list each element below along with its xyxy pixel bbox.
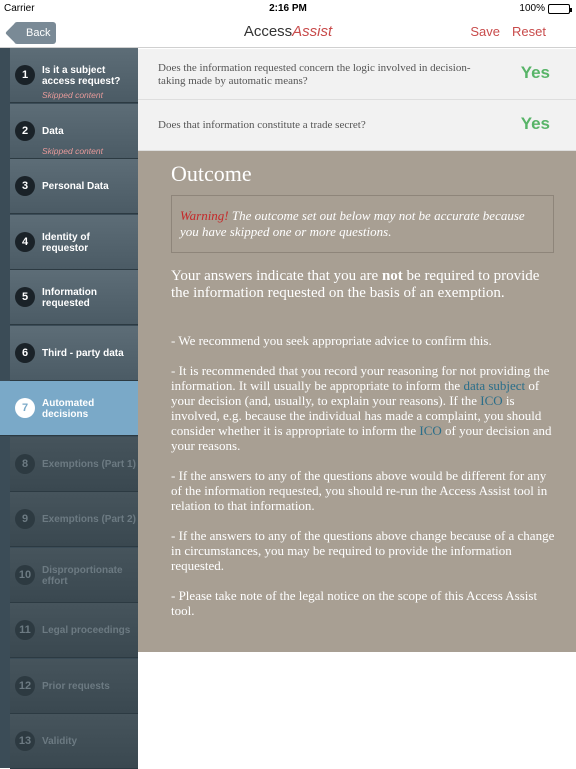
warning-text: The outcome set out below may not be acc… [180,208,525,239]
sidebar-item-label: Exemptions (Part 1) [42,459,136,470]
app-title-accent: Assist [292,23,333,40]
sidebar: 1 Is it a subject access request? Skipped… [0,48,150,769]
sidebar-item-automated-decisions[interactable]: 7 Automated decisions [0,381,150,436]
skipped-note: Skipped content [42,90,103,100]
save-button[interactable]: Save [470,24,500,39]
step-number: 7 [15,398,35,418]
sidebar-item-label: Prior requests [42,681,110,692]
sidebar-item-label: Legal proceedings [42,625,131,636]
sidebar-item-exemptions-part-1[interactable]: 8 Exemptions (Part 1) [10,437,138,492]
status-bar: Carrier 2:16 PM 100% [0,0,576,18]
step-number: 2 [15,121,35,141]
answer-value: Yes [520,63,550,82]
answer-value: Yes [520,114,550,133]
app-title-main: Access [243,23,293,40]
ico-link[interactable]: ICO [480,393,502,408]
status-time: 2:16 PM [269,3,307,14]
question-row[interactable]: Does that information constitute a trade… [138,100,576,151]
sidebar-item-exemptions-part-2[interactable]: 9 Exemptions (Part 2) [10,492,138,547]
outcome-heading: Outcome [171,161,252,186]
step-number: 11 [15,620,35,640]
sidebar-item-label: Personal Data [42,181,109,192]
sidebar-item-label: Automated decisions [42,397,95,420]
recommendation: - It is recommended that you record your… [171,363,555,453]
step-number: 1 [15,65,35,85]
step-number: 13 [15,731,35,751]
skipped-note: Skipped content [42,146,103,156]
summary-text: Your answers indicate that you are [171,268,382,284]
sidebar-item-information-requested[interactable]: 5 Information requested [10,270,138,325]
sidebar-item-label: Disproportionate effort [42,564,123,587]
data-subject-link[interactable]: data subject [463,378,525,393]
recommendation: - If the answers to any of the questions… [171,528,555,573]
recommendation: - We recommend you seek appropriate advi… [171,333,492,348]
sidebar-item-label: Data [42,126,64,137]
sidebar-item-personal-data[interactable]: 3 Personal Data [10,159,138,214]
sidebar-item-validity[interactable]: 13 Validity [10,714,138,769]
step-number: 5 [15,287,35,307]
recommendation: - Please take note of the legal notice o… [171,588,538,618]
sidebar-item-label: Third - party data [42,348,124,359]
outcome-panel: Outcome Warning! The outcome set out bel… [138,151,576,652]
sidebar-item-disproportionate-effort[interactable]: 10 Disproportionate effort [10,548,138,603]
ico-link[interactable]: ICO [419,423,441,438]
sidebar-item-label: Information requested [42,286,97,309]
recommendation: - If the answers to any of the questions… [171,468,548,513]
question-text: Does that information constitute a trade… [158,119,366,131]
step-number: 9 [15,509,35,529]
battery-icon [548,3,572,14]
step-number: 3 [15,176,35,196]
outcome-summary: Your answers indicate that you are not b… [171,268,551,302]
battery-indicator: 100% [519,3,572,14]
step-number: 8 [15,454,35,474]
step-number: 12 [15,676,35,696]
summary-emphasis: not [381,268,403,284]
step-number: 10 [15,565,35,585]
reset-button[interactable]: Reset [512,24,546,39]
sidebar-item-label: Exemptions (Part 2) [42,514,136,525]
navigation-bar: Back AccessAssist Save Reset [0,18,576,48]
sidebar-item-label: Is it a subject access request? [42,65,121,87]
warning-label: Warning! [180,208,229,223]
battery-percent: 100% [519,3,545,14]
sidebar-item-third-party-data[interactable]: 6 Third - party data [10,326,138,381]
recommendations: - We recommend you seek appropriate advi… [171,333,555,633]
sidebar-item-data[interactable]: 2 Data Skipped content [10,104,138,159]
step-number: 6 [15,343,35,363]
sidebar-item-prior-requests[interactable]: 12 Prior requests [10,659,138,714]
step-number: 4 [15,232,35,252]
question-row[interactable]: Does the information requested concern t… [138,49,576,100]
sidebar-item-label: Validity [42,736,78,747]
sidebar-item-identity-of-requestor[interactable]: 4 Identity of requestor [10,215,138,270]
warning-box: Warning! The outcome set out below may n… [171,195,554,253]
question-text: Does the information requested concern t… [158,61,471,87]
sidebar-item-label: Identity of requestor [42,231,90,254]
sidebar-item-subject-access-request[interactable]: 1 Is it a subject access request? Skipped… [10,48,138,103]
sidebar-item-legal-proceedings[interactable]: 11 Legal proceedings [10,603,138,658]
